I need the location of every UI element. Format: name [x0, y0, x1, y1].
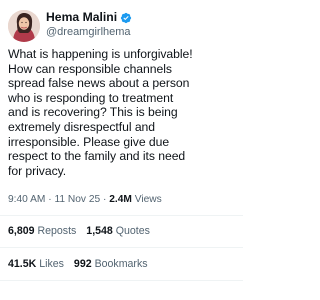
tweet-text-line: respect to the family and its need	[8, 149, 186, 164]
stats-row-likes: 41.5K Likes 992 Bookmarks	[8, 256, 238, 272]
views-label: Views	[134, 194, 162, 205]
author-names: Hema Malini @dreamgirlhema	[46, 10, 231, 42]
likes-label: Likes	[39, 258, 64, 270]
divider	[0, 215, 243, 216]
tweet-text-line: for privacy.	[8, 163, 67, 178]
display-name[interactable]: Hema Malini	[46, 10, 117, 25]
tweet-text-line: and is recovering? This is being	[8, 105, 178, 120]
meta-separator: ·	[103, 194, 107, 205]
tweet-meta: 9:40 AM · 11 Nov 25 · 2.4M Views	[8, 193, 238, 207]
bookmarks-label: Bookmarks	[94, 258, 148, 270]
quotes-count: 1,548	[86, 225, 113, 237]
likes-count: 41.5K	[8, 258, 37, 270]
views-count[interactable]: 2.4M	[109, 194, 132, 205]
tweet-time[interactable]: 9:40 AM	[8, 194, 45, 205]
stats-row-reposts: 6,809 Reposts 1,548 Quotes	[8, 223, 238, 239]
display-name-row: Hema Malini	[46, 10, 231, 25]
bookmarks-stat[interactable]: 992 Bookmarks	[74, 256, 148, 272]
divider	[0, 247, 243, 248]
tweet-header: Hema Malini @dreamgirlhema	[8, 8, 235, 44]
author-handle[interactable]: @dreamgirlhema	[46, 25, 231, 40]
tweet-text: What is happening is unforgivable! How c…	[8, 47, 242, 178]
tweet-text-line: irresponsible. Please give due	[8, 134, 170, 149]
tweet-text-line: How can responsible channels	[8, 61, 172, 76]
tweet-date[interactable]: 11 Nov 25	[54, 194, 100, 205]
tweet-text-line: spread false news about a person	[8, 76, 190, 91]
quotes-label: Quotes	[115, 225, 150, 237]
tweet-text-line: extremely disrespectful and	[8, 119, 156, 134]
reposts-count: 6,809	[8, 225, 35, 237]
tweet-text-line: who is responding to treatment	[8, 90, 174, 105]
divider	[0, 280, 243, 281]
verified-badge-icon[interactable]	[120, 12, 132, 24]
tweet-text-line: What is happening is unforgivable!	[8, 47, 193, 61]
quotes-stat[interactable]: 1,548 Quotes	[86, 223, 150, 239]
likes-stat[interactable]: 41.5K Likes	[8, 256, 64, 272]
avatar-image	[8, 10, 40, 42]
meta-separator: ·	[48, 194, 52, 205]
avatar[interactable]	[8, 10, 40, 42]
tweet-card: Hema Malini @dreamgirlhema What is happe…	[0, 0, 243, 300]
reposts-stat[interactable]: 6,809 Reposts	[8, 223, 76, 239]
reposts-label: Reposts	[37, 225, 77, 237]
bookmarks-count: 992	[73, 258, 92, 270]
